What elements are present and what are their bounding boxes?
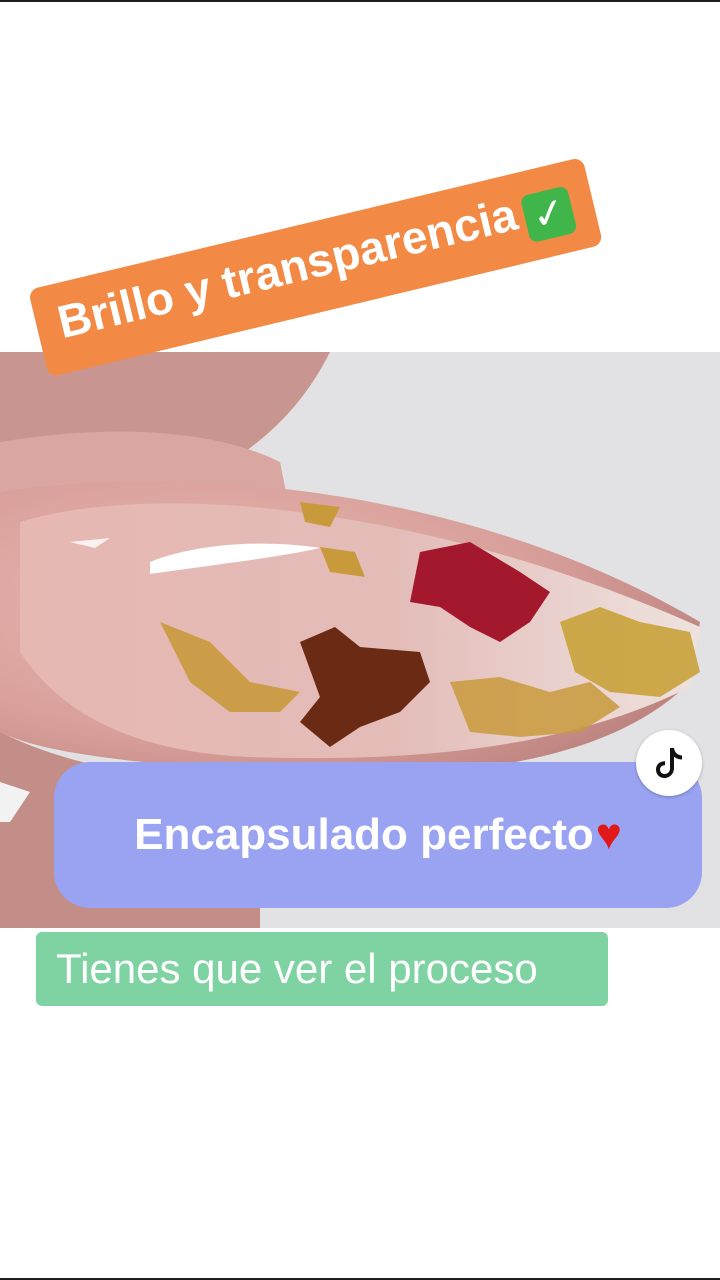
caption-proceso: Tienes que ver el proceso (36, 932, 608, 1006)
top-border (0, 0, 720, 2)
caption-encapsulado: Encapsulado perfecto ♥ (54, 762, 702, 908)
heart-icon: ♥ (595, 810, 622, 859)
caption-proceso-text: Tienes que ver el proceso (56, 945, 538, 992)
caption-encapsulado-text: Encapsulado perfecto (134, 810, 594, 859)
caption-brillo: Brillo y transparencia ✓ (28, 156, 604, 378)
caption-brillo-text: Brillo y transparencia (52, 187, 522, 349)
check-icon: ✓ (520, 185, 579, 244)
tiktok-logo-button[interactable] (636, 730, 702, 796)
tiktok-icon (656, 748, 682, 778)
